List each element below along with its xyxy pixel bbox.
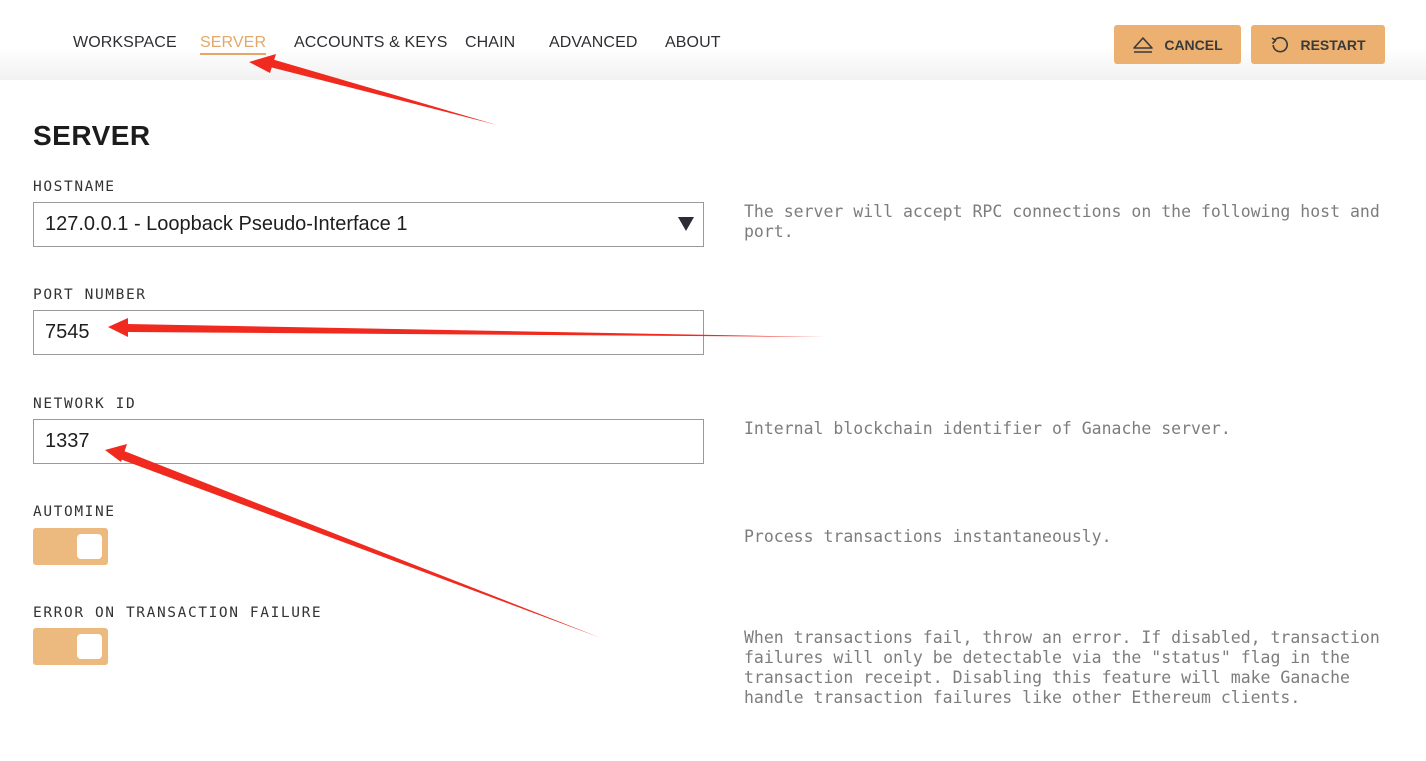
port-number-label: PORT NUMBER	[33, 287, 147, 303]
restart-button[interactable]: RESTART	[1251, 25, 1385, 64]
port-number-input[interactable]: 7545	[33, 310, 704, 355]
tab-advanced[interactable]: ADVANCED	[549, 34, 638, 52]
toggle-knob	[77, 534, 102, 559]
tab-workspace[interactable]: WORKSPACE	[73, 34, 177, 52]
hostname-label: HOSTNAME	[33, 179, 116, 195]
error-on-failure-description: When transactions fail, throw an error. …	[744, 628, 1380, 707]
cancel-button[interactable]: CANCEL	[1114, 25, 1241, 64]
toggle-knob	[77, 634, 102, 659]
port-number-value: 7545	[45, 321, 90, 343]
tab-about[interactable]: ABOUT	[665, 34, 721, 52]
network-id-description: Internal blockchain identifier of Ganach…	[744, 419, 1231, 438]
tab-chain[interactable]: CHAIN	[465, 34, 515, 52]
automine-toggle[interactable]	[33, 528, 108, 565]
hostname-description: The server will accept RPC connections o…	[744, 202, 1380, 241]
cancel-button-label: CANCEL	[1164, 36, 1223, 53]
top-nav-bar: WORKSPACE SERVER ACCOUNTS & KEYS CHAIN A…	[0, 0, 1426, 80]
restart-icon	[1270, 35, 1290, 55]
network-id-label: NETWORK ID	[33, 396, 137, 412]
network-id-input[interactable]: 1337	[33, 419, 704, 464]
hostname-select[interactable]: 127.0.0.1 - Loopback Pseudo-Interface 1	[33, 202, 704, 247]
page-title: SERVER	[33, 120, 151, 151]
automine-label: AUTOMINE	[33, 504, 116, 520]
tab-accounts-keys[interactable]: ACCOUNTS & KEYS	[294, 34, 448, 52]
automine-description: Process transactions instantaneously.	[744, 527, 1112, 546]
eject-icon	[1132, 36, 1154, 54]
restart-button-label: RESTART	[1300, 36, 1366, 53]
tab-server[interactable]: SERVER	[200, 34, 267, 55]
error-on-failure-label: ERROR ON TRANSACTION FAILURE	[33, 605, 323, 621]
network-id-value: 1337	[45, 430, 90, 452]
chevron-down-icon	[678, 217, 694, 231]
hostname-value: 127.0.0.1 - Loopback Pseudo-Interface 1	[45, 213, 408, 235]
error-on-failure-toggle[interactable]	[33, 628, 108, 665]
